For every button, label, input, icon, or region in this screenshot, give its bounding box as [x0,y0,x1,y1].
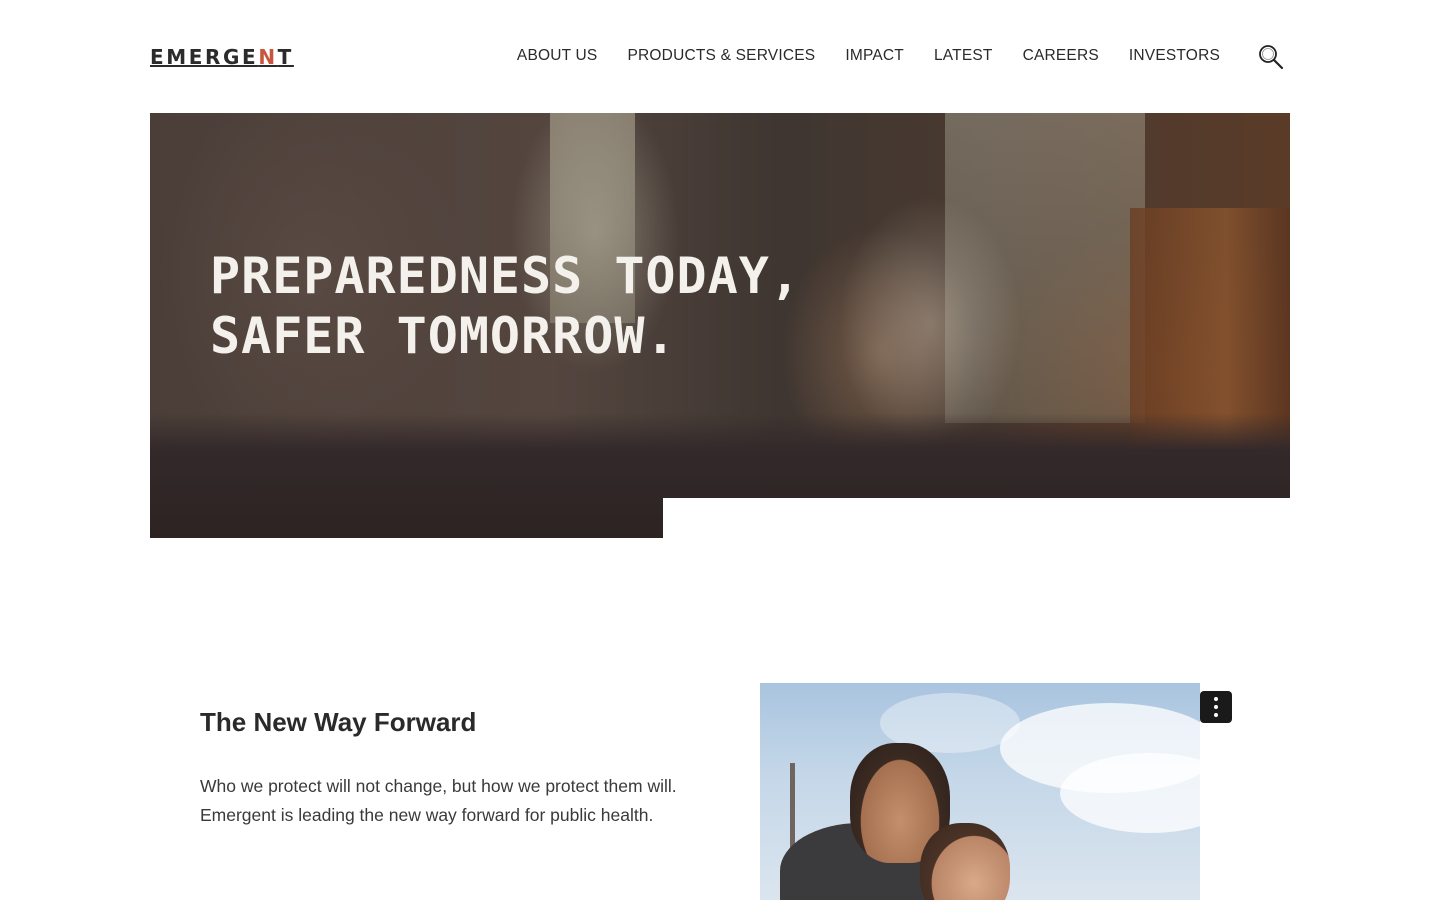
nav-careers[interactable]: CAREERS [1023,46,1099,66]
more-vertical-icon-dot [1214,705,1218,709]
section-photo [760,683,1200,900]
logo-text: EMERGENT [150,45,294,69]
nav-products-services[interactable]: PRODUCTS & SERVICES [627,46,815,66]
section-title: The New Way Forward [200,707,477,737]
nav-investors[interactable]: INVESTORS [1129,46,1220,66]
nav-latest[interactable]: LATEST [934,46,993,66]
search-icon [1259,45,1284,70]
main-nav: ABOUT US PRODUCTS & SERVICES IMPACT LATE… [517,46,1220,66]
more-options-button[interactable] [1200,691,1232,723]
emergent-logo[interactable]: EMERGENT [150,44,294,70]
more-vertical-icon-dot [1214,713,1218,717]
search-button[interactable] [1257,43,1285,71]
more-vertical-icon-dot [1214,697,1218,701]
site-header: EMERGENT ABOUT US PRODUCTS & SERVICES IM… [0,0,1440,113]
nav-about-us[interactable]: ABOUT US [517,46,598,66]
hero-title: PREPAREDNESS TODAY, SAFER TOMORROW. [210,247,801,365]
hero-cutout [663,498,1290,538]
section-body: Who we protect will not change, but how … [200,776,677,825]
hero-banner: PREPAREDNESS TODAY, SAFER TOMORROW. [150,113,1290,538]
nav-impact[interactable]: IMPACT [845,46,904,66]
